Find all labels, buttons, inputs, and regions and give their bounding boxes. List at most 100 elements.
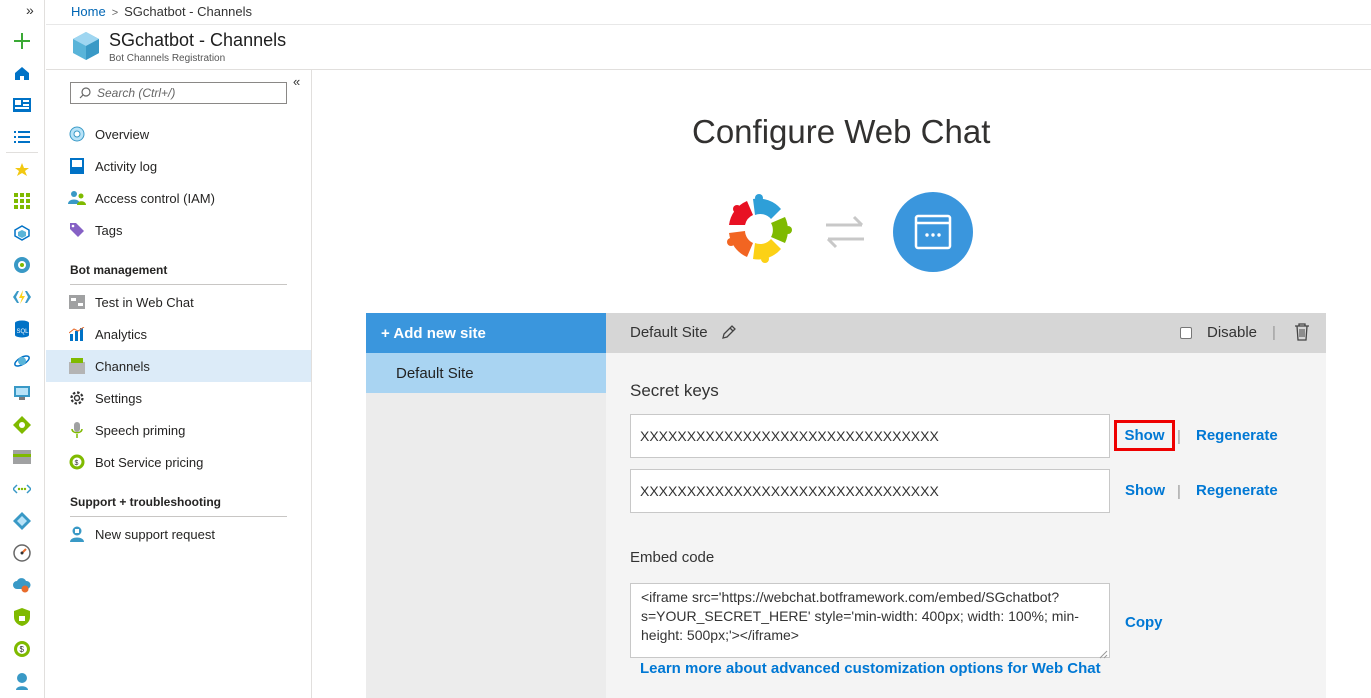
- separator: |: [1177, 483, 1181, 500]
- load-balancers-icon[interactable]: [12, 416, 32, 434]
- embed-code-heading: Embed code: [630, 549, 715, 566]
- favorites-star-icon[interactable]: [12, 161, 32, 179]
- microphone-icon: [68, 421, 86, 439]
- menu-item-label: Speech priming: [95, 422, 186, 438]
- learn-more-link[interactable]: Learn more about advanced customization …: [640, 660, 1101, 677]
- page-subtitle: Bot Channels Registration: [109, 53, 226, 64]
- disable-label: Disable: [1207, 324, 1258, 341]
- monitor-icon[interactable]: [12, 544, 32, 562]
- show-key-2-button[interactable]: Show: [1125, 482, 1165, 499]
- section-heading-bot-management: Bot management: [70, 263, 168, 277]
- svg-text:$: $: [75, 460, 79, 467]
- svg-text:$: $: [20, 645, 25, 654]
- search-input[interactable]: Search (Ctrl+/): [70, 82, 287, 104]
- support-icon: [68, 525, 86, 543]
- expand-rail-icon[interactable]: »: [26, 2, 34, 18]
- bot-framework-logo-icon: [724, 194, 794, 264]
- menu-item-label: Bot Service pricing: [95, 454, 204, 470]
- divider: [70, 516, 287, 517]
- breadcrumb-current: SGchatbot - Channels: [124, 4, 253, 19]
- separator: |: [1177, 428, 1181, 445]
- all-resources-icon[interactable]: [12, 192, 32, 210]
- menu-item-label: Overview: [95, 126, 150, 142]
- menu-item-settings[interactable]: Settings: [46, 382, 311, 414]
- menu-item-label: Activity log: [95, 158, 158, 174]
- tag-icon: [68, 221, 86, 239]
- resource-groups-icon[interactable]: [12, 224, 32, 242]
- collapse-menu-icon[interactable]: «: [293, 74, 300, 89]
- menu-item-analytics[interactable]: Analytics: [46, 318, 311, 350]
- people-icon: [68, 189, 86, 207]
- advisor-icon[interactable]: [12, 576, 32, 594]
- virtual-networks-icon[interactable]: [12, 480, 32, 498]
- gear-icon: [68, 389, 86, 407]
- sync-arrows-icon: [822, 213, 868, 251]
- resize-grip-icon[interactable]: [1098, 646, 1108, 659]
- search-placeholder: Search (Ctrl+/): [97, 86, 176, 100]
- globe-icon: [68, 125, 86, 143]
- menu-item-new-support-request[interactable]: New support request: [46, 518, 311, 550]
- menu-item-overview[interactable]: Overview: [46, 118, 311, 150]
- show-key-1-button[interactable]: Show: [1114, 420, 1175, 451]
- secret-key-field-2[interactable]: XXXXXXXXXXXXXXXXXXXXXXXXXXXXXXXX: [630, 469, 1110, 513]
- menu-item-label: Test in Web Chat: [95, 294, 194, 310]
- cosmos-db-icon[interactable]: [12, 352, 32, 370]
- embed-code-textarea[interactable]: <iframe src='https://webchat.botframewor…: [630, 583, 1110, 658]
- svg-text:SQL: SQL: [17, 329, 30, 335]
- menu-item-test-in-web-chat[interactable]: Test in Web Chat: [46, 286, 311, 318]
- azure-ad-icon[interactable]: [12, 512, 32, 530]
- menu-item-label: New support request: [95, 526, 215, 542]
- security-center-icon[interactable]: [12, 608, 32, 626]
- menu-item-tags[interactable]: Tags: [46, 214, 311, 246]
- home-icon[interactable]: [12, 64, 32, 82]
- secret-keys-heading: Secret keys: [630, 381, 719, 400]
- breadcrumb-home-link[interactable]: Home: [71, 4, 106, 19]
- search-icon: [79, 87, 91, 99]
- delete-trash-icon[interactable]: [1294, 323, 1310, 341]
- create-resource-icon[interactable]: [12, 32, 32, 50]
- dashboard-icon[interactable]: [12, 96, 32, 114]
- chevron-right-icon: >: [111, 7, 119, 19]
- regenerate-key-1-button[interactable]: Regenerate: [1196, 427, 1278, 444]
- menu-item-label: Settings: [95, 390, 142, 406]
- site-name: Default Site: [630, 324, 708, 341]
- divider: [70, 284, 287, 285]
- menu-item-access-control[interactable]: Access control (IAM): [46, 182, 311, 214]
- add-new-site-button[interactable]: + Add new site: [366, 313, 606, 353]
- storage-accounts-icon[interactable]: [12, 448, 32, 466]
- edit-pencil-icon[interactable]: [721, 324, 737, 340]
- virtual-machines-icon[interactable]: [12, 384, 32, 402]
- regenerate-key-2-button[interactable]: Regenerate: [1196, 482, 1278, 499]
- menu-item-bot-service-pricing[interactable]: $ Bot Service pricing: [46, 446, 311, 478]
- separator: |: [1272, 324, 1276, 341]
- webchat-icon: [68, 293, 86, 311]
- pricing-icon: $: [68, 453, 86, 471]
- all-services-icon[interactable]: [12, 128, 32, 146]
- help-support-icon[interactable]: [12, 672, 32, 690]
- activity-log-icon: [68, 157, 86, 175]
- sql-databases-icon[interactable]: SQL: [12, 320, 32, 338]
- bot-channels-registration-icon: [72, 31, 100, 61]
- page-title: SGchatbot - Channels: [109, 30, 287, 50]
- secret-key-field-1[interactable]: XXXXXXXXXXXXXXXXXXXXXXXXXXXXXXXX: [630, 414, 1110, 458]
- menu-item-label: Channels: [95, 358, 150, 374]
- function-apps-icon[interactable]: [12, 288, 32, 306]
- site-list-item[interactable]: Default Site: [366, 353, 606, 393]
- configure-title: Configure Web Chat: [692, 113, 991, 150]
- breadcrumb: Home > SGchatbot - Channels: [71, 4, 252, 19]
- rail-divider: [6, 152, 38, 153]
- menu-item-channels[interactable]: Channels: [46, 350, 311, 382]
- section-heading-support: Support + troubleshooting: [70, 495, 221, 509]
- menu-item-label: Tags: [95, 222, 123, 238]
- analytics-icon: [68, 325, 86, 343]
- menu-item-activity-log[interactable]: Activity log: [46, 150, 311, 182]
- disable-checkbox[interactable]: [1180, 327, 1192, 339]
- menu-item-speech-priming[interactable]: Speech priming: [46, 414, 311, 446]
- global-nav-rail: » SQL $: [0, 0, 45, 698]
- menu-item-label: Analytics: [95, 326, 148, 342]
- divider: [46, 24, 1371, 25]
- menu-item-label: Access control (IAM): [95, 190, 215, 206]
- app-services-icon[interactable]: [12, 256, 32, 274]
- cost-management-icon[interactable]: $: [12, 640, 32, 658]
- copy-embed-code-button[interactable]: Copy: [1125, 614, 1163, 631]
